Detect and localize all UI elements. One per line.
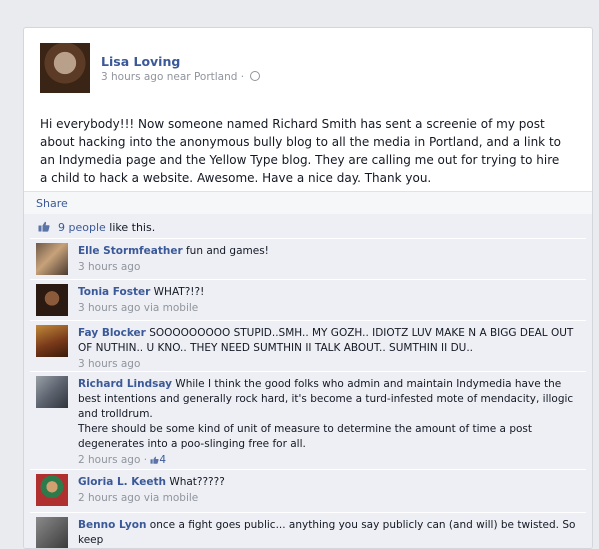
comment-via: via mobile: [140, 492, 199, 504]
comment-body: Gloria L. Keeth What????? 2 hours ago vi…: [78, 475, 578, 507]
commenter-name[interactable]: Fay Blocker: [78, 327, 146, 339]
comment-text: fun and games!: [182, 245, 269, 257]
commenter-avatar[interactable]: [36, 517, 68, 548]
likes-suffix: like this.: [105, 221, 156, 234]
comment-likes[interactable]: 4: [150, 454, 166, 466]
comment-body: Tonia Foster WHAT?!?! 3 hours ago via mo…: [78, 285, 578, 317]
meta-separator: ·: [240, 71, 245, 83]
commenter-avatar[interactable]: [36, 376, 68, 408]
comment-body: Fay Blocker SOOOOOOOOO STUPID..SMH.. MY …: [78, 326, 578, 373]
likes-summary: 9 people like this.: [58, 221, 155, 234]
comment-body: Elle Stormfeather fun and games! 3 hours…: [78, 244, 578, 276]
post-text: Hi everybody!!! Now someone named Richar…: [40, 117, 561, 185]
comment-time[interactable]: 2 hours ago: [78, 454, 140, 466]
commenter-name[interactable]: Benno Lyon: [78, 519, 146, 531]
comment-item: Benno Lyon once a fight goes public... a…: [30, 513, 586, 548]
commenter-avatar[interactable]: [36, 243, 68, 275]
comment-body: Richard Lindsay While I think the good f…: [78, 377, 578, 469]
comment-text: What?????: [165, 476, 225, 488]
post-time[interactable]: 3 hours ago: [101, 71, 163, 83]
comment-item: Tonia Foster WHAT?!?! 3 hours ago via mo…: [30, 280, 586, 321]
likes-row: 9 people like this.: [30, 216, 586, 239]
comment-text: WHAT?!?!: [150, 286, 205, 298]
comment-item: Elle Stormfeather fun and games! 3 hours…: [30, 239, 586, 280]
comment-time[interactable]: 3 hours ago: [78, 358, 140, 370]
comment-text-continued: There should be some kind of unit of mea…: [78, 423, 533, 450]
commenter-avatar[interactable]: [36, 284, 68, 316]
likes-count-link[interactable]: 9 people: [58, 221, 106, 234]
commenter-name[interactable]: Elle Stormfeather: [78, 245, 183, 257]
globe-icon[interactable]: [250, 71, 261, 81]
comment-item: Fay Blocker SOOOOOOOOO STUPID..SMH.. MY …: [30, 321, 586, 372]
comment-time[interactable]: 2 hours ago: [78, 492, 140, 504]
feedback-section: 9 people like this. Elle Stormfeather fu…: [24, 214, 592, 548]
author-avatar[interactable]: [40, 43, 90, 93]
post-location[interactable]: near Portland: [167, 71, 238, 83]
thumbs-up-icon: [38, 221, 50, 232]
commenter-name[interactable]: Richard Lindsay: [78, 378, 172, 390]
commenter-name[interactable]: Gloria L. Keeth: [78, 476, 166, 488]
action-bar: Share: [24, 191, 592, 214]
comment-time[interactable]: 3 hours ago: [78, 261, 140, 273]
post-card: Lisa Loving 3 hours ago near Portland · …: [23, 27, 593, 549]
comment-text: SOOOOOOOOO STUPID..SMH.. MY GOZH.. IDIOT…: [78, 327, 574, 354]
comment-text: once a fight goes public... anything you…: [78, 519, 576, 546]
commenter-avatar[interactable]: [36, 325, 68, 357]
commenter-name[interactable]: Tonia Foster: [78, 286, 150, 298]
commenter-avatar[interactable]: [36, 474, 68, 506]
comment-likes-count: 4: [159, 454, 167, 466]
post-meta: 3 hours ago near Portland ·: [101, 71, 261, 83]
comment-item: Richard Lindsay While I think the good f…: [30, 372, 586, 470]
share-button[interactable]: Share: [36, 197, 68, 210]
comment-separator: ·: [140, 454, 151, 466]
comment-time[interactable]: 3 hours ago: [78, 302, 140, 314]
comment-item: Gloria L. Keeth What????? 2 hours ago vi…: [30, 470, 586, 513]
comment-via: via mobile: [140, 302, 199, 314]
author-name[interactable]: Lisa Loving: [101, 54, 180, 69]
